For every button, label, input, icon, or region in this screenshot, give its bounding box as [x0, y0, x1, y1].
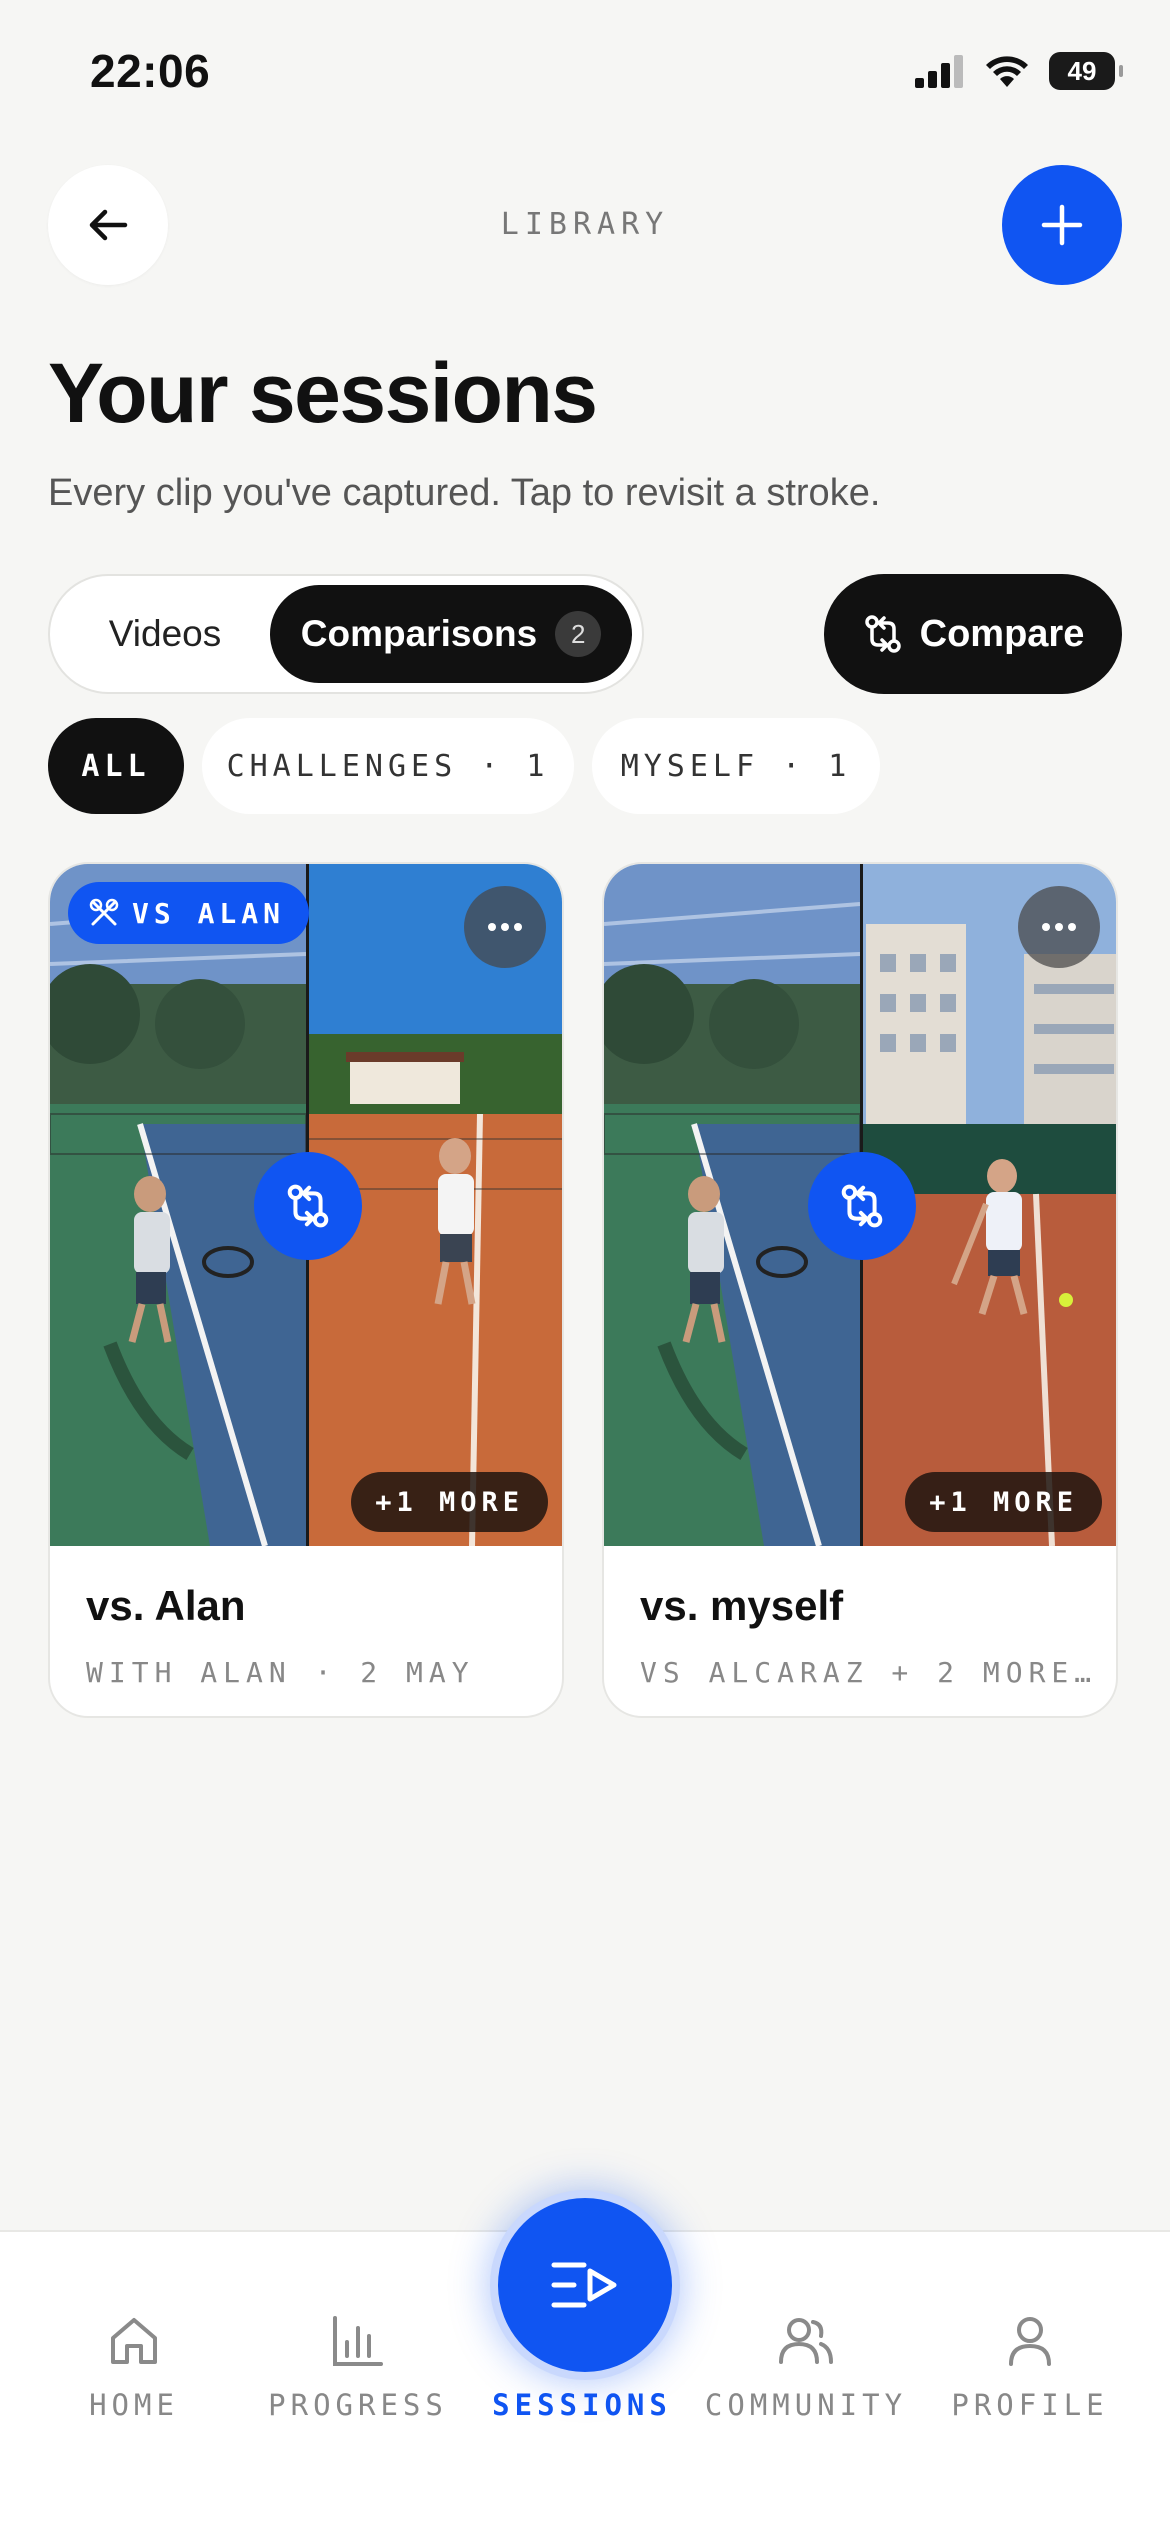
home-icon [111, 2318, 157, 2364]
card-meta: VS ALCARAZ + 2 MORE… [640, 1656, 1098, 1689]
tab-comparisons[interactable]: Comparisons 2 [270, 585, 632, 683]
page-title: Your sessions [48, 346, 598, 440]
crossed-rackets-icon [89, 898, 119, 926]
more-clips-pill: +1 MORE [351, 1472, 548, 1532]
tab-profile-label: PROFILE [951, 2388, 1109, 2422]
compare-button-label: Compare [919, 612, 1085, 655]
tab-profile[interactable]: PROFILE [920, 2312, 1140, 2422]
swap-arrows-icon [841, 1184, 883, 1228]
vs-badge-label: VS ALAN [132, 896, 286, 930]
status-icons: 49 [915, 52, 1123, 90]
vs-badge: VS ALAN [68, 882, 310, 944]
card-thumbnail: +1 MORE [604, 864, 1116, 1546]
more-dots-icon [488, 923, 522, 931]
session-card[interactable]: +1 MORE vs. myself VS ALCARAZ + 2 MORE… [602, 862, 1118, 1718]
more-clips-pill: +1 MORE [905, 1472, 1102, 1532]
tab-sessions-label: SESSIONS [492, 2388, 672, 2422]
cellular-signal-icon [915, 55, 963, 88]
card-more-button[interactable] [1018, 886, 1100, 968]
card-meta: WITH ALAN · 2 MAY [86, 1656, 475, 1689]
filter-chip-all[interactable]: ALL [48, 718, 184, 814]
tab-home[interactable]: HOME [24, 2312, 244, 2422]
swap-compare-button[interactable] [808, 1152, 916, 1260]
profile-icon [1009, 2317, 1051, 2366]
tab-progress-label: PROGRESS [268, 2388, 448, 2422]
compare-button[interactable]: Compare [824, 574, 1122, 694]
tab-videos[interactable]: Videos [60, 613, 270, 655]
filter-chip-challenges[interactable]: CHALLENGES · 1 [202, 718, 574, 814]
comparisons-count-badge: 2 [555, 611, 602, 657]
card-thumbnail: VS ALAN +1 MORE [50, 864, 562, 1546]
session-card[interactable]: VS ALAN +1 MORE vs. Alan WITH ALAN · 2 M… [48, 862, 564, 1718]
page-subtitle: Every clip you've captured. Tap to revis… [48, 472, 881, 514]
card-title: vs. myself [640, 1582, 844, 1629]
bar-chart-icon [333, 2316, 383, 2366]
plus-icon [1041, 204, 1083, 246]
sessions-icon [551, 2262, 617, 2308]
add-button[interactable] [1002, 165, 1122, 285]
status-bar: 22:06 49 [0, 0, 1170, 150]
battery-indicator: 49 [1049, 52, 1123, 90]
library-label: LIBRARY [500, 207, 670, 242]
more-dots-icon [1042, 923, 1076, 931]
tab-community-label: COMMUNITY [704, 2388, 908, 2422]
swap-compare-button[interactable] [254, 1152, 362, 1260]
swap-arrows-icon [287, 1184, 329, 1228]
tab-home-label: HOME [89, 2388, 179, 2422]
sessions-fab-button[interactable] [490, 2190, 680, 2380]
view-segmented-control: Videos Comparisons 2 [48, 574, 644, 694]
filter-chip-myself[interactable]: MYSELF · 1 [592, 718, 880, 814]
tab-progress[interactable]: PROGRESS [248, 2312, 468, 2422]
community-icon [779, 2318, 833, 2364]
tab-comparisons-label: Comparisons [300, 613, 538, 654]
compare-arrows-icon [864, 615, 901, 653]
card-more-button[interactable] [464, 886, 546, 968]
tab-community[interactable]: COMMUNITY [696, 2312, 916, 2422]
card-title: vs. Alan [86, 1582, 246, 1629]
status-time: 22:06 [90, 45, 211, 97]
wifi-icon [986, 56, 1028, 87]
